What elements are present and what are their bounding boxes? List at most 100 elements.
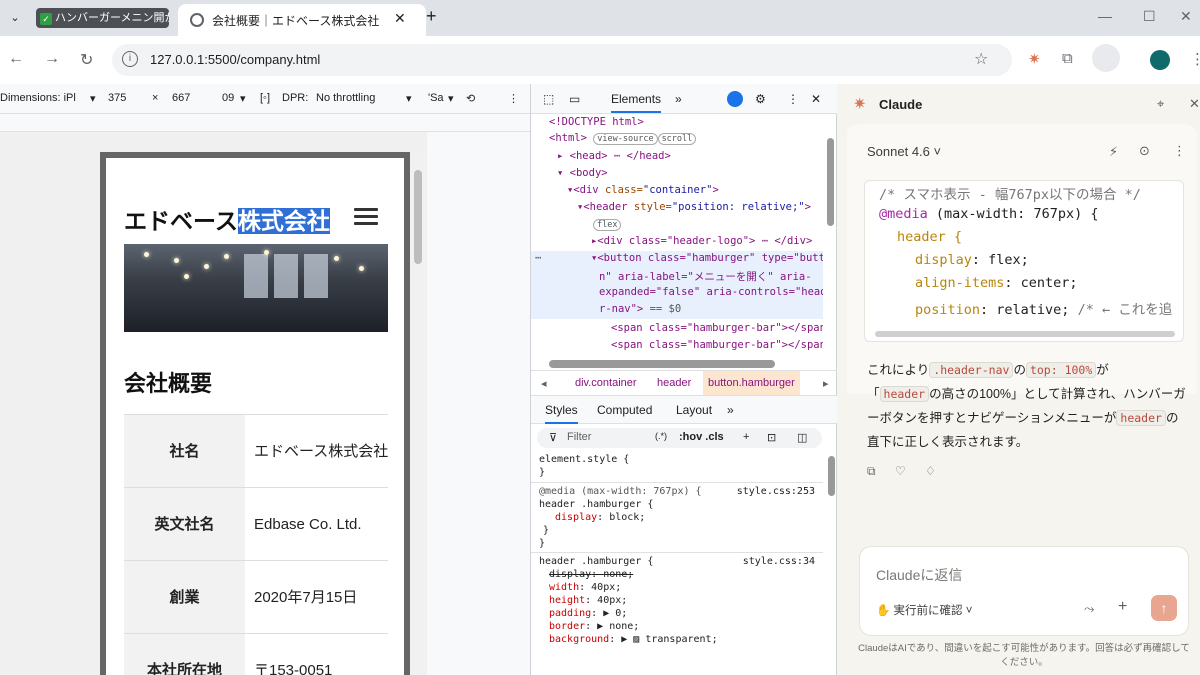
dom-tree[interactable]: <!DOCTYPE html> <html> view-source scroll… (531, 114, 823, 358)
hamburger-menu-icon[interactable] (354, 208, 378, 226)
side-panel-icon[interactable] (1092, 44, 1120, 72)
site-logo[interactable]: エドベース株式会社 (124, 202, 330, 236)
code-hscrollbar[interactable] (875, 331, 1175, 337)
back-icon[interactable]: ← (8, 50, 24, 68)
dom-node-span[interactable]: <span class="hamburger-bar"></span> (611, 339, 823, 351)
tab-search-icon[interactable]: ⌄ (6, 9, 24, 27)
tab-elements[interactable]: Elements (611, 92, 662, 113)
tab-layout[interactable]: Layout (676, 403, 712, 417)
breadcrumb-left-icon[interactable]: ◂ (541, 377, 547, 390)
style-property[interactable]: width: 40px; (549, 582, 621, 593)
inspect-icon[interactable]: ⬚ (543, 92, 554, 106)
dom-node-header-logo[interactable]: ▸<div class="header-logo"> ⋯ </div> (591, 235, 812, 247)
tab-group-chip[interactable]: ✓ ハンバーガーメニン開か (36, 8, 169, 28)
breadcrumb-right-icon[interactable]: ▸ (823, 377, 829, 390)
style-property-overridden[interactable]: display: none; (549, 569, 633, 580)
style-property[interactable]: background: ▶ ▨ transparent; (549, 634, 718, 645)
breadcrumb-item-current[interactable]: button.hamburger (703, 371, 800, 395)
tab-computed[interactable]: Computed (597, 403, 652, 417)
history-icon[interactable]: ⊙ (1139, 143, 1150, 159)
permission-mode-selector[interactable]: ✋ 実行前に確認 ˅ (876, 602, 972, 618)
style-source-link[interactable]: style.css:34 (743, 556, 815, 567)
close-devtools-icon[interactable]: ✕ (811, 92, 821, 106)
dom-node-head[interactable]: ▸ <head> ⋯ </head> (557, 150, 671, 162)
avatar[interactable] (1150, 50, 1170, 70)
tab-styles[interactable]: Styles (545, 403, 578, 424)
reply-input[interactable]: Claudeに返信 ✋ 実行前に確認 ˅ ⤳ + ↑ (859, 546, 1189, 636)
width-input[interactable]: 375 (108, 92, 126, 104)
extensions-icon[interactable]: ⧉ (1062, 50, 1073, 67)
style-property[interactable]: border: ▶ none; (549, 621, 639, 632)
save-data-select[interactable]: 'Sa (428, 92, 444, 104)
breadcrumb-item[interactable]: div.container (575, 377, 637, 389)
dom-node-container[interactable]: ▾<div class="container"> (567, 184, 719, 196)
close-tab-icon[interactable]: ✕ (394, 10, 406, 27)
send-button[interactable]: ↑ (1151, 595, 1177, 621)
dom-node-span[interactable]: <span class="hamburger-bar"></span> (611, 322, 823, 334)
rotate-icon[interactable]: ⟲ (466, 92, 475, 105)
scrollbar-thumb[interactable] (827, 138, 834, 226)
feedback-icons[interactable]: ⧉ ♡ ♢ (867, 464, 944, 479)
scrollbar-thumb[interactable] (549, 360, 775, 368)
zoom-select[interactable]: 09 (222, 92, 234, 104)
url-text[interactable]: 127.0.0.1:5500/company.html (150, 52, 320, 67)
pin-icon[interactable]: ⌖ (1157, 96, 1164, 112)
style-rule-selector[interactable]: header .hamburger { (539, 556, 653, 567)
breadcrumb-item[interactable]: header (657, 377, 691, 389)
reload-icon[interactable]: ↻ (80, 50, 93, 70)
close-window-icon[interactable]: ✕ (1180, 8, 1192, 25)
minimize-icon[interactable]: — (1098, 8, 1112, 24)
dom-node-body[interactable]: ▾ <body> (557, 167, 608, 179)
paint-icon[interactable]: ⊡ (767, 431, 776, 444)
dimensions-select[interactable]: Dimensions: iPl (0, 92, 76, 104)
device-toggle-icon[interactable]: ▭ (569, 92, 580, 106)
more-options-icon[interactable]: ⋮ (508, 92, 519, 105)
flex-badge[interactable]: flex (593, 218, 622, 231)
dom-node-doctype[interactable]: <!DOCTYPE html> (549, 116, 644, 128)
add-attachment-icon[interactable]: + (1118, 598, 1127, 616)
more-tabs-icon[interactable]: » (675, 92, 682, 106)
regex-icon[interactable]: (.*) (655, 431, 667, 441)
style-rule-selector[interactable]: element.style { (539, 454, 629, 465)
scrollbar-thumb[interactable] (828, 456, 835, 496)
style-source-link[interactable]: style.css:253 (737, 486, 815, 497)
filter-tools[interactable]: :hov .cls (679, 431, 724, 443)
maximize-icon[interactable]: ☐ (1143, 8, 1156, 25)
quick-actions-icon[interactable]: ⚡ (1109, 144, 1118, 160)
scrollbar-thumb[interactable] (414, 170, 422, 264)
new-tab-button[interactable]: + (426, 6, 437, 27)
menu-kebab-icon[interactable]: ⋮ (1190, 50, 1200, 68)
ellipsis-icon[interactable]: ⋯ (535, 252, 541, 264)
view-source-pill[interactable]: view-source (593, 133, 658, 145)
viewport-scrollbar[interactable] (410, 152, 427, 675)
devtools-menu-icon[interactable]: ⋮ (787, 92, 799, 106)
forward-icon[interactable]: → (44, 50, 60, 68)
style-property[interactable]: height: 40px; (549, 595, 627, 606)
dom-tree-hscrollbar[interactable] (531, 358, 838, 370)
model-selector[interactable]: Sonnet 4.6 ˅ (867, 144, 941, 159)
height-input[interactable]: 667 (172, 92, 190, 104)
style-property[interactable]: display: block; (555, 512, 645, 523)
tab-active[interactable]: 会社概要｜エドベース株式会社 ✕ (178, 4, 426, 36)
scroll-pill[interactable]: scroll (657, 133, 697, 145)
more-options-icon[interactable]: ⋮ (1173, 143, 1186, 159)
throttle-select[interactable]: No throttling (316, 92, 375, 104)
more-tabs-icon[interactable]: » (727, 403, 734, 417)
cursor-tool-icon[interactable]: ⤳ (1084, 601, 1094, 617)
add-rule-icon[interactable]: + (743, 431, 749, 443)
ai-assistance-icon[interactable] (727, 91, 743, 107)
bookmark-star-icon[interactable]: ☆ (974, 49, 988, 69)
style-rule-selector[interactable]: header .hamburger { (539, 499, 653, 510)
settings-gear-icon[interactable]: ⚙ (755, 92, 766, 106)
address-bar[interactable]: i 127.0.0.1:5500/company.html ☆ (112, 44, 1012, 76)
styles-filter-input[interactable]: ⊽ Filter (.*) :hov .cls + ⊡ ◫ (537, 428, 822, 448)
dom-tree-scrollbar[interactable] (823, 128, 838, 358)
close-panel-icon[interactable]: ✕ (1189, 96, 1200, 112)
dom-node-header[interactable]: ▾<header style="position: relative;"> (577, 201, 811, 213)
style-property[interactable]: padding: ▶ 0; (549, 608, 627, 619)
sidebar-toggle-icon[interactable]: ◫ (797, 431, 807, 444)
dom-node-html[interactable]: <html> view-source scroll (549, 132, 697, 145)
site-info-icon[interactable]: i (122, 51, 138, 67)
claude-extension-icon[interactable]: ✷ (1028, 50, 1041, 68)
dom-node-hamburger[interactable]: ▾<button class="hamburger" type="butto (591, 252, 823, 264)
